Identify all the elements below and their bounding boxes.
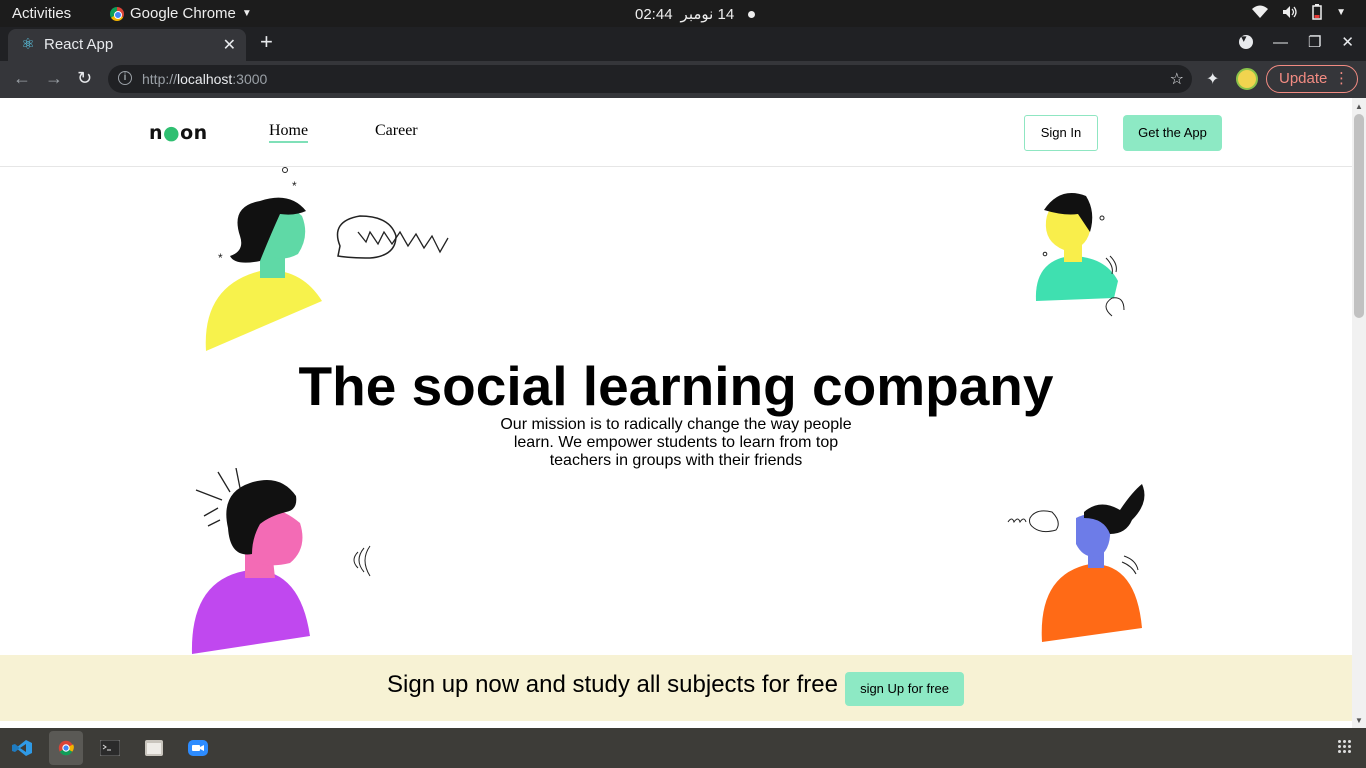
more-menu-icon[interactable]: ⋮	[1334, 66, 1349, 92]
chrome-icon	[110, 6, 124, 21]
restore-icon[interactable]: ❐	[1308, 33, 1321, 51]
browser-toolbar: ← → ↻ i http://localhost:3000 ☆ ✦ Update…	[0, 61, 1366, 98]
site-navbar: n●on Home Career Sign In Get the App	[0, 98, 1352, 167]
url-text[interactable]: http://localhost:3000	[142, 71, 267, 87]
app-menu-label: Google Chrome	[130, 5, 236, 22]
zoom-icon	[188, 740, 208, 756]
vscode-icon	[12, 740, 32, 756]
dock-terminal[interactable]	[93, 731, 127, 765]
woman-green-face-illustration: * *	[205, 167, 449, 351]
dock-vscode[interactable]	[5, 731, 39, 765]
man-yellow-face-illustration	[1035, 193, 1125, 317]
forward-icon[interactable]: →	[45, 68, 63, 89]
chevron-down-icon: ▼	[241, 8, 252, 19]
get-the-app-button[interactable]: Get the App	[1123, 115, 1222, 151]
tab-search-icon[interactable]	[1238, 32, 1253, 49]
svg-text:*: *	[292, 179, 297, 193]
scroll-up-arrow-icon[interactable]: ▲	[1355, 102, 1363, 111]
tab-title: React App	[44, 36, 114, 53]
sign-in-button[interactable]: Sign In	[1024, 115, 1098, 151]
scrollbar-thumb[interactable]	[1354, 114, 1364, 318]
terminal-icon	[100, 740, 120, 756]
tab-strip: ⚛ React App ✕ + — ❐ ✕	[0, 27, 1366, 61]
show-apps-grid-icon[interactable]	[1338, 740, 1352, 754]
hero-headline: The social learning company	[298, 355, 1054, 417]
sign-up-free-button[interactable]: sign Up for free	[845, 672, 964, 706]
battery-icon	[1312, 4, 1322, 20]
minimize-icon[interactable]: —	[1273, 34, 1288, 51]
update-label: Update	[1279, 70, 1328, 87]
boy-pink-face-illustration	[191, 468, 371, 654]
mission-statement: Our mission is to radically change the w…	[500, 416, 852, 469]
wifi-icon	[1252, 5, 1269, 18]
extensions-puzzle-icon[interactable]: ✦	[1206, 69, 1219, 89]
system-menu-caret-icon: ▼	[1336, 6, 1346, 18]
profile-avatar[interactable]	[1236, 68, 1258, 90]
app-menu[interactable]: Google Chrome ▼	[110, 5, 252, 22]
files-icon	[145, 740, 163, 756]
activities-button[interactable]: Activities	[12, 5, 71, 22]
dock-zoom[interactable]	[181, 731, 215, 765]
tab-react-app[interactable]: ⚛ React App ✕	[8, 29, 246, 61]
back-icon[interactable]: ←	[13, 68, 31, 89]
signup-banner: Sign up now and study all subjects for f…	[0, 655, 1352, 721]
woman-blue-face-illustration	[1007, 484, 1145, 642]
system-tray[interactable]: ▼	[1252, 4, 1346, 20]
url-host: localhost	[177, 71, 233, 87]
notification-dot-icon	[748, 10, 756, 18]
close-window-icon[interactable]: ✕	[1341, 33, 1354, 51]
scroll-down-arrow-icon[interactable]: ▼	[1355, 716, 1363, 725]
volume-icon	[1283, 6, 1297, 18]
address-bar[interactable]: i http://localhost:3000 ☆	[108, 65, 1192, 93]
signup-text: Sign up now and study all subjects for f…	[387, 671, 838, 698]
new-tab-button[interactable]: +	[260, 29, 273, 55]
page-viewport: n●on Home Career Sign In Get the App * *	[0, 98, 1352, 728]
bookmark-star-icon[interactable]: ☆	[1170, 69, 1184, 89]
clock-time: 02:44	[635, 5, 673, 23]
clock[interactable]: 02:44 14 نومبر	[635, 5, 756, 23]
close-tab-icon[interactable]: ✕	[223, 35, 236, 55]
site-info-icon[interactable]: i	[118, 71, 132, 85]
reload-icon[interactable]: ↻	[77, 68, 92, 89]
nav-link-career[interactable]: Career	[375, 122, 418, 140]
page-scrollbar[interactable]: ▲ ▼	[1352, 98, 1366, 728]
url-port: :3000	[232, 71, 268, 87]
clock-date: 14 نومبر	[680, 6, 735, 23]
url-scheme: http://	[142, 71, 178, 87]
react-icon: ⚛	[21, 36, 35, 53]
svg-text:*: *	[218, 251, 223, 265]
dock-chrome[interactable]	[49, 731, 83, 765]
taskbar-dock	[0, 728, 1366, 768]
dock-files[interactable]	[137, 731, 171, 765]
nav-link-home[interactable]: Home	[269, 122, 309, 143]
chrome-icon	[58, 740, 74, 756]
system-top-bar: Activities Google Chrome ▼ 02:44 14 نومب…	[0, 0, 1366, 27]
neon-logo[interactable]: n●on	[149, 122, 208, 144]
update-button[interactable]: Update ⋮	[1266, 65, 1358, 93]
window-controls: — ❐ ✕	[1238, 32, 1354, 51]
